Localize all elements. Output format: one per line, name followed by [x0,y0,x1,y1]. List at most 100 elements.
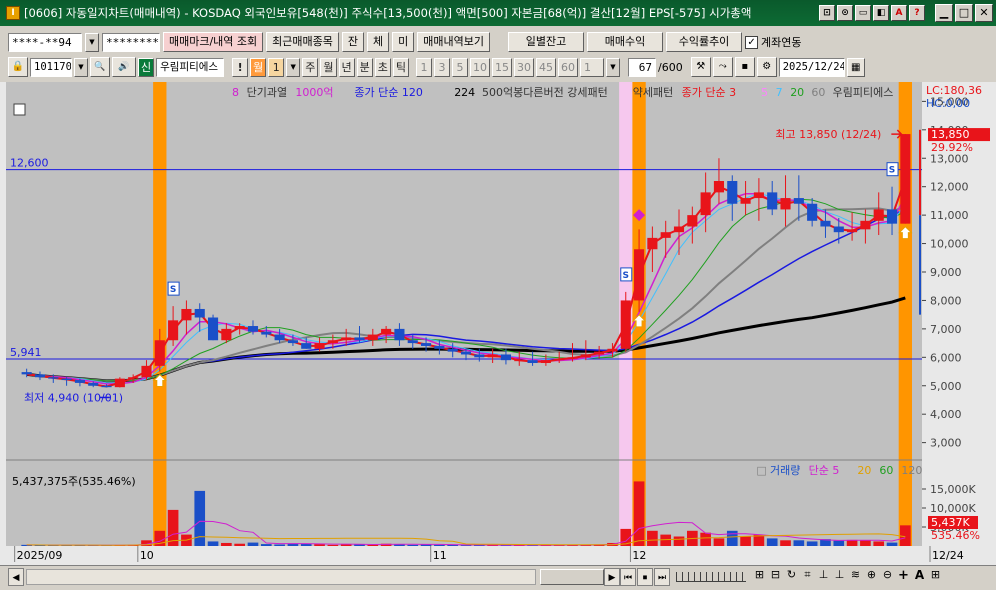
volume-legend-4: 120 [901,464,922,477]
ytick-label-7: 8,000 [930,294,962,307]
volume-bar [407,544,419,546]
first-page-button[interactable]: ⏮ [620,568,636,586]
candle-body [154,340,165,366]
return-trend-button[interactable]: 수익률추이 [666,32,743,52]
ytick-label-2: 13,000 [930,152,969,165]
account-dropdown-icon[interactable]: ▼ [85,32,99,52]
daily-balance-button[interactable]: 일별잔고 [508,32,585,52]
candle-body [181,308,192,321]
tool-5-icon[interactable]: ⊥ [816,568,831,583]
trade-profit-button[interactable]: 매매수익 [587,32,664,52]
interval-10-button[interactable]: 10 [470,57,490,77]
period-month2-button[interactable]: 월 [320,57,337,77]
ytick-label-8: 7,000 [930,323,962,336]
stock-name-field[interactable]: 우림피티에스 [156,57,225,77]
link-icon[interactable]: ⊙ [837,5,853,21]
zoom-in-icon[interactable]: ⊕ [864,568,879,583]
volume-bar [247,542,259,546]
stock-code-field[interactable]: 101170 [30,57,72,77]
recent-trade-items-button[interactable]: 최근매매종목 [266,32,339,52]
volume-bar [886,542,898,546]
period-dropdown-icon[interactable]: ▼ [286,57,301,77]
grid-toggle-icon [13,103,26,116]
candle-body [833,226,844,233]
last-page-button[interactable]: ⏭ [654,568,670,586]
candle-body [434,345,445,349]
ytick-label-10: 5,000 [930,380,962,393]
scroll-right-button[interactable]: ▶ [604,568,620,586]
layout-icon[interactable]: ◧ [873,5,889,21]
volume-bar [860,540,871,546]
stop-button[interactable]: ⏹ [637,568,653,586]
font-icon[interactable]: A [891,5,907,21]
period-month-button[interactable]: 월 [250,57,267,77]
speaker-icon[interactable]: 🔊 [112,57,136,77]
account-field[interactable]: ****-**94 [8,32,82,52]
interval-dropdown-icon[interactable]: ▼ [606,57,620,77]
trade-history-view-button[interactable]: 매매내역보기 [417,32,491,52]
minimize-button[interactable]: ▁ [935,4,953,22]
period-year-button[interactable]: 년 [338,57,355,77]
tool-7-icon[interactable]: ≋ [848,568,863,583]
volume-bar [833,540,845,546]
tool-3-icon[interactable]: ↻ [784,568,799,583]
text-icon[interactable]: A [912,568,927,583]
alert-button[interactable]: ! [232,57,249,77]
tool-1-icon[interactable]: ⊞ [752,568,767,583]
code-dropdown-icon[interactable]: ▼ [74,57,88,77]
interval-select[interactable]: 1 [580,57,604,77]
add-icon[interactable]: + [896,568,911,583]
tool-icon[interactable]: ⚒ [690,57,711,77]
candle-body [820,220,831,227]
tool-6-icon[interactable]: ⊥ [832,568,847,583]
search-icon[interactable]: 🔍 [90,57,110,77]
candle-body [487,354,498,358]
count-field[interactable]: 67 [628,57,656,77]
period-week-button[interactable]: 주 [302,57,319,77]
date-field[interactable]: 2025/12/24 [778,57,845,77]
period-num-field[interactable]: 1 [268,57,285,77]
interval-3-button[interactable]: 3 [434,57,450,77]
link-chart-icon[interactable]: ⤳ [712,57,733,77]
candle-body [554,358,565,361]
screen-copy-icon[interactable]: ⊡ [819,5,835,21]
tool-2-icon[interactable]: ⊟ [768,568,783,583]
interval-30-button[interactable]: 30 [514,57,534,77]
scrollbar-thumb[interactable] [540,569,604,585]
unexecuted-button[interactable]: 미 [392,32,415,52]
candle-body [460,351,472,355]
interval-15-button[interactable]: 15 [492,57,512,77]
account-link-checkbox[interactable]: ✓ [745,35,759,49]
period-tick-button[interactable]: 틱 [392,57,409,77]
grid-icon[interactable]: ⊞ [928,568,943,583]
trade-mark-query-button[interactable]: 매매마크/내역 조회 [163,32,264,52]
interval-60-button[interactable]: 60 [558,57,578,77]
settings-icon[interactable]: ⚙ [756,57,777,77]
save-icon[interactable]: ▪ [734,57,755,77]
maximize-button[interactable]: □ [955,4,973,22]
xtick-label-1: 10 [140,549,154,562]
account-link-label: 계좌연동 [761,36,802,49]
period-minute-button[interactable]: 분 [356,57,373,77]
scrollbar-track[interactable] [26,569,536,585]
interval-1-button[interactable]: 1 [416,57,432,77]
window-icon[interactable]: ▭ [855,5,871,21]
scroll-left-button[interactable]: ◀ [8,568,24,586]
help-icon[interactable]: ? [909,5,925,21]
zoom-slider[interactable] [676,572,746,582]
close-button[interactable]: ✕ [975,4,993,22]
candle-body [660,232,671,238]
stock-chart[interactable]: 12,6005,94115,00014,00013,00012,00011,00… [0,82,996,565]
zoom-out-icon[interactable]: ⊖ [880,568,895,583]
executed-button[interactable]: 체 [367,32,390,52]
calendar-icon[interactable]: ▦ [846,57,865,77]
lock-icon[interactable]: 🔒 [8,57,28,77]
period-second-button[interactable]: 초 [374,57,391,77]
tool-4-icon[interactable]: ⌗ [800,568,815,583]
title-bar: I [0606] 자동일지차트(매매내역) - KOSDAQ 외국인보유[548… [0,0,996,26]
password-field[interactable]: ********* [102,32,160,52]
interval-5-button[interactable]: 5 [452,57,468,77]
balance-button[interactable]: 잔 [341,32,365,52]
candle-body [847,229,858,233]
interval-45-button[interactable]: 45 [536,57,556,77]
